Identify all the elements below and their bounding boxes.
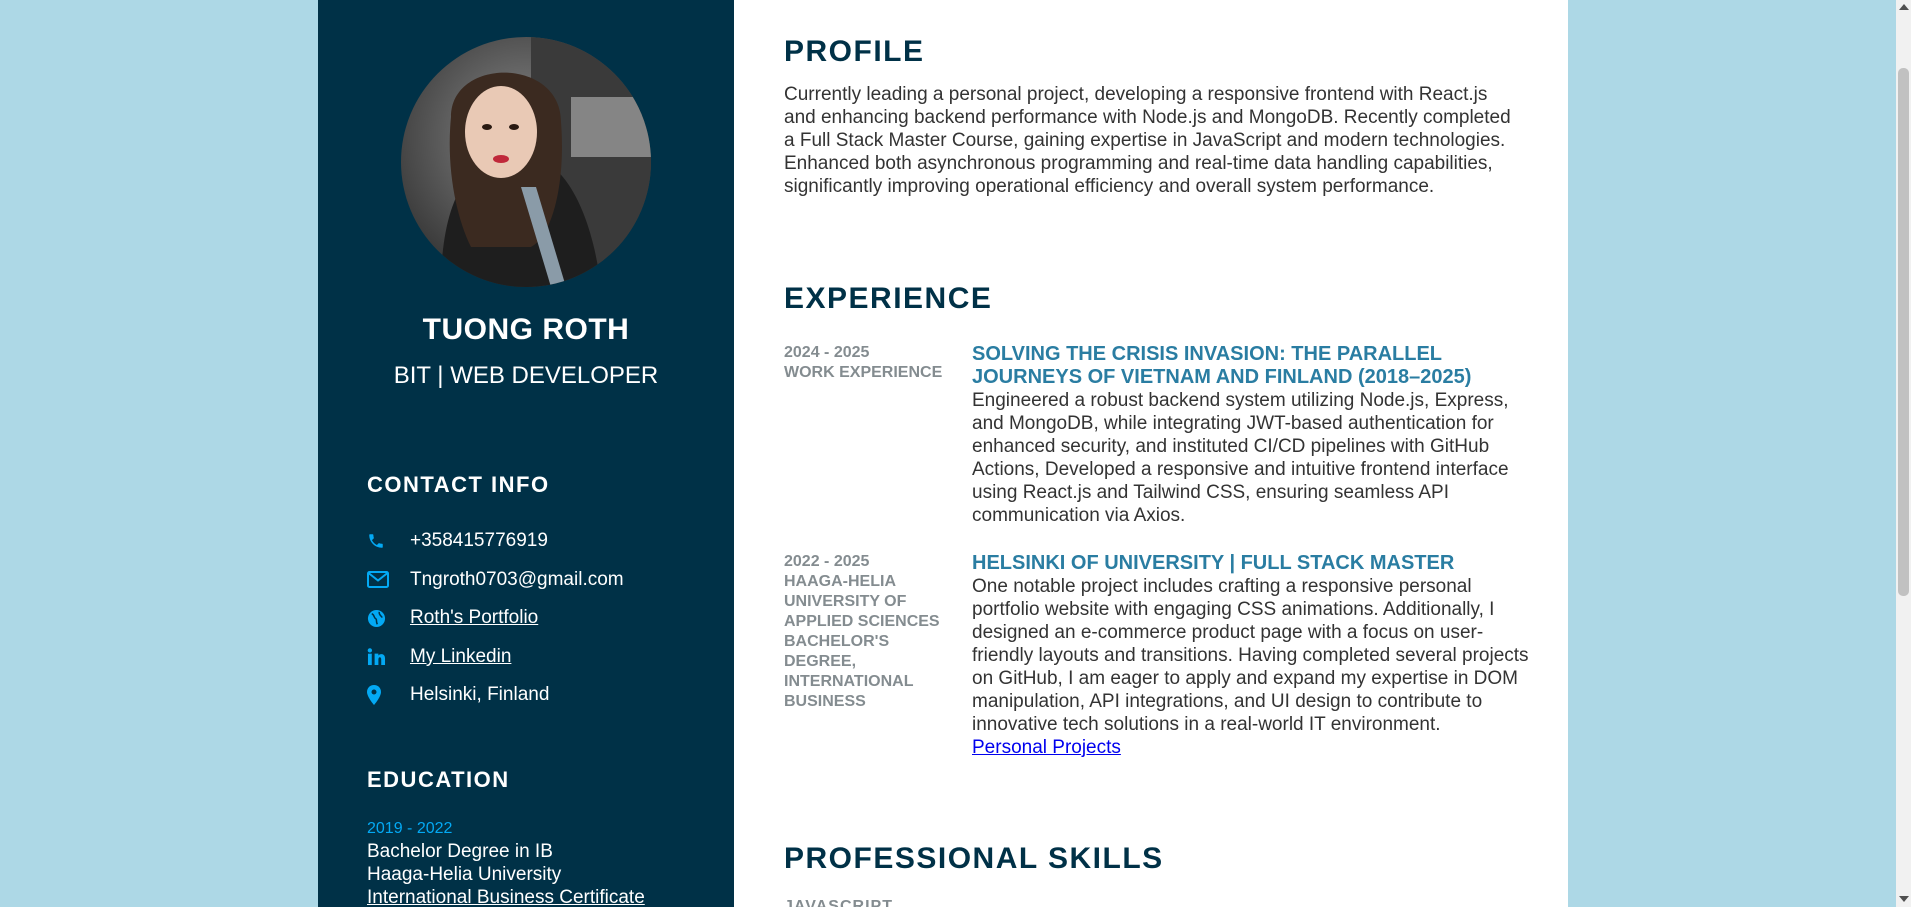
map-pin-icon xyxy=(367,685,410,706)
contact-phone: +358415776919 xyxy=(367,522,707,561)
envelope-icon xyxy=(367,571,410,589)
scroll-down-icon[interactable] xyxy=(1899,896,1909,902)
experience-years: 2022 - 2025 xyxy=(784,553,870,570)
contact-email-text: Tngroth0703@gmail.com xyxy=(410,568,624,590)
avatar xyxy=(401,37,651,287)
skill-name: JAVASCRIPT xyxy=(784,898,893,907)
contact-location: Helsinki, Finland xyxy=(367,676,707,715)
contact-portfolio: Roth's Portfolio xyxy=(367,599,707,638)
skills-heading: PROFESSIONAL SKILLS xyxy=(784,842,1164,875)
profile-role: BIT | WEB DEVELOPER xyxy=(393,362,659,389)
experience-body: SOLVING THE CRISIS INVASION: THE PARALLE… xyxy=(972,343,1532,527)
linkedin-link[interactable]: My Linkedin xyxy=(410,646,511,668)
portfolio-link[interactable]: Roth's Portfolio xyxy=(410,607,538,629)
experience-heading: EXPERIENCE xyxy=(784,282,993,315)
experience-place: WORK EXPERIENCE xyxy=(784,364,943,381)
education-heading: EDUCATION xyxy=(367,767,510,792)
linkedin-icon xyxy=(367,647,410,666)
sidebar: TUONG ROTH BIT | WEB DEVELOPER CONTACT I… xyxy=(318,0,734,907)
contact-email: Tngroth0703@gmail.com xyxy=(367,561,707,600)
contact-linkedin: My Linkedin xyxy=(367,638,707,677)
experience-years: 2024 - 2025 xyxy=(784,344,870,361)
education-degree: Bachelor Degree in IB xyxy=(367,841,553,862)
experience-place: HAAGA-HELIA UNIVERSITY OF APPLIED SCIENC… xyxy=(784,573,940,710)
globe-icon xyxy=(367,609,410,628)
education-year: 2019 - 2022 xyxy=(367,820,453,837)
experience-body: HELSINKI OF UNIVERSITY | FULL STACK MAST… xyxy=(972,552,1532,759)
experience-title: SOLVING THE CRISIS INVASION: THE PARALLE… xyxy=(972,343,1472,388)
profile-name: TUONG ROTH xyxy=(422,313,630,346)
profile-photo xyxy=(401,37,651,287)
contact-list: +358415776919 Tngroth0703@gmail.com Roth… xyxy=(367,522,707,715)
education-item: 2019 - 2022 Bachelor Degree in IB Haaga-… xyxy=(367,817,727,907)
resume-page: TUONG ROTH BIT | WEB DEVELOPER CONTACT I… xyxy=(318,0,1568,907)
experience-meta: 2022 - 2025 HAAGA-HELIA UNIVERSITY OF AP… xyxy=(784,552,954,712)
contact-location-text: Helsinki, Finland xyxy=(410,684,550,706)
experience-text: Engineered a robust backend system utili… xyxy=(972,390,1509,526)
contact-phone-text: +358415776919 xyxy=(410,530,548,552)
education-school: Haaga-Helia University xyxy=(367,864,562,885)
phone-icon xyxy=(367,532,410,550)
profile-heading: PROFILE xyxy=(784,35,925,68)
experience-title: HELSINKI OF UNIVERSITY | FULL STACK MAST… xyxy=(972,552,1455,574)
scrollbar-thumb[interactable] xyxy=(1898,68,1909,596)
personal-projects-link[interactable]: Personal Projects xyxy=(972,737,1121,758)
contact-heading: CONTACT INFO xyxy=(367,472,550,497)
experience-meta: 2024 - 2025 WORK EXPERIENCE xyxy=(784,343,954,383)
profile-text: Currently leading a personal project, de… xyxy=(784,84,1511,197)
certificate-link[interactable]: International Business Certificate xyxy=(367,887,645,907)
experience-text: One notable project includes crafting a … xyxy=(972,576,1529,735)
scroll-up-icon[interactable] xyxy=(1899,4,1909,10)
